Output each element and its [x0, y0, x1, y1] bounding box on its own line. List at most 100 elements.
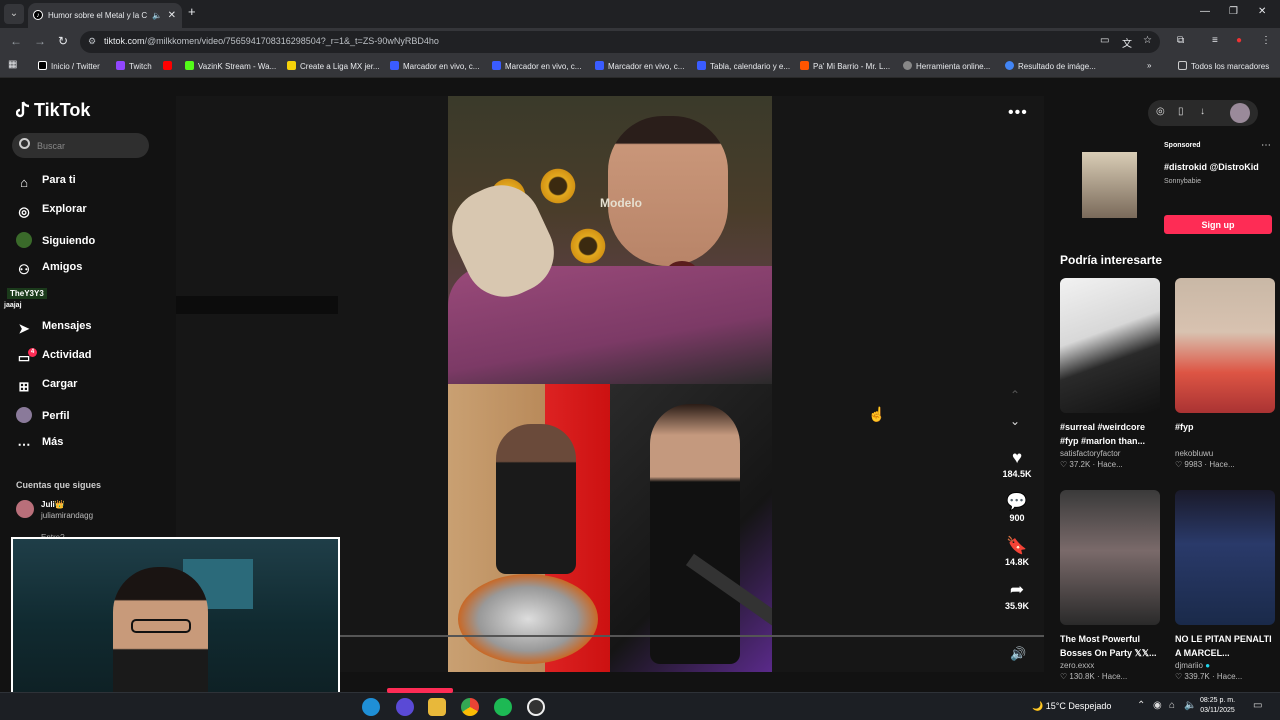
sidebar-item-cargar[interactable]: ⊞ Cargar — [16, 378, 78, 400]
new-tab-icon[interactable]: + — [188, 4, 196, 19]
search-box[interactable] — [12, 133, 149, 158]
clock-time: 08:25 p. m. — [1200, 697, 1236, 704]
video-progress-bar[interactable] — [336, 635, 1044, 637]
weather-widget[interactable]: 🌙 15°C Despejado — [1032, 701, 1111, 712]
sidebar-item-mensajes[interactable]: ➤ Mensajes — [16, 320, 92, 342]
bookmarks-bar: ▦ Inicio / Twitter Twitch VazinK Stream … — [0, 56, 1280, 78]
bookmark-marcador-2[interactable]: Marcador en vivo, c... — [492, 61, 581, 71]
more-options-icon[interactable]: ••• — [1008, 104, 1028, 122]
tray-chevron-icon[interactable]: ⌃ — [1137, 700, 1145, 711]
sidebar-item-siguiendo[interactable]: Siguiendo — [16, 232, 95, 254]
share-action[interactable]: ➦ 35.9K — [996, 580, 1038, 611]
video-player[interactable]: Modelo — [448, 96, 772, 672]
next-video-icon[interactable]: ⌄ — [1010, 414, 1020, 428]
streamer-glasses — [131, 619, 191, 633]
obs-icon[interactable] — [527, 698, 545, 716]
translate-icon[interactable]: 文 — [1122, 35, 1132, 50]
bookmark-barrio[interactable]: Pa' Mi Barrio - Mr. L... — [800, 61, 890, 71]
sidebar-item-actividad[interactable]: ▭ 4 Actividad — [16, 348, 92, 371]
sidebar-item-explorar[interactable]: ◎ Explorar — [16, 203, 86, 225]
minimize-icon[interactable]: — — [1200, 6, 1210, 17]
x-icon — [38, 61, 47, 70]
guitarist — [650, 404, 740, 664]
tab-search-icon[interactable]: ⌄ — [4, 4, 24, 24]
download-icon[interactable]: ↓ — [1200, 106, 1205, 117]
bookmark-action[interactable]: 🔖 14.8K — [996, 536, 1038, 567]
cast-icon[interactable]: ▭ — [1100, 35, 1109, 46]
bookmark-google[interactable]: Resultado de imáge... — [1005, 61, 1096, 71]
compass-icon: ◎ — [18, 204, 30, 219]
menu-icon[interactable]: ⋮ — [1261, 35, 1271, 46]
clock[interactable]: 08:25 p. m. 03/11/2025 — [1200, 696, 1235, 716]
volume-icon[interactable]: 🔊 — [1010, 646, 1026, 662]
profile-icon[interactable]: ● — [1236, 35, 1242, 46]
bookmark-tabla[interactable]: Tabla, calendario y e... — [697, 61, 790, 71]
signup-button[interactable]: Sign up — [1164, 215, 1272, 234]
forward-icon[interactable]: → — [34, 34, 46, 48]
search-input[interactable] — [37, 137, 142, 154]
url-bar[interactable]: ⚙ tiktok.com/@milkkomen/video/7565941708… — [80, 31, 1160, 53]
sidebar-item-para-ti[interactable]: ⌂ Para ti — [16, 174, 76, 196]
notifications-icon[interactable]: ▭ — [1253, 700, 1262, 711]
drummer — [496, 424, 576, 574]
coins-icon[interactable]: ◎ — [1156, 106, 1165, 117]
speaker-icon[interactable]: 🔈 — [152, 3, 162, 28]
bookmark-herramienta[interactable]: Herramienta online... — [903, 61, 990, 71]
close-tab-icon[interactable]: ✕ — [168, 3, 176, 28]
avatar[interactable] — [1230, 103, 1250, 123]
bookmark-liga[interactable]: Create a Liga MX jer... — [287, 61, 380, 71]
chrome-icon[interactable] — [461, 698, 479, 716]
following-handle: juliamirandagg — [41, 511, 94, 520]
discord-icon[interactable] — [396, 698, 414, 716]
recommended-video-card[interactable]: The Most Powerful Bosses On Party 𝕏𝕏... … — [1060, 490, 1160, 681]
tiktok-logo[interactable]: TikTok — [16, 100, 90, 121]
star-icon[interactable]: ☆ — [1143, 35, 1152, 46]
bookmark-youtube[interactable] — [163, 61, 176, 71]
globe-icon — [903, 61, 912, 70]
network-icon[interactable]: ⌂ — [1169, 700, 1175, 711]
bookmarks-overflow-icon[interactable]: » — [1147, 61, 1151, 70]
sidebar-item-mas[interactable]: ⋯ Más — [16, 436, 64, 458]
ad-options-icon[interactable]: ⋯ — [1261, 140, 1271, 151]
media-icon[interactable]: ≡ — [1212, 35, 1218, 46]
reload-icon[interactable]: ↻ — [58, 34, 68, 48]
recommended-video-card[interactable]: NO LE PITAN PENALTI A MARCEL... djmariio… — [1175, 490, 1275, 681]
tiktok-logo-icon — [16, 101, 30, 118]
ad-thumbnail[interactable] — [1082, 152, 1137, 218]
file-explorer-icon[interactable] — [428, 698, 446, 716]
comment-action[interactable]: 💬 900 — [996, 492, 1038, 523]
recommended-video-card[interactable]: #fyp nekobluwu ♡ 9983 · Hace... — [1175, 278, 1275, 469]
tray-app-icon[interactable]: ◉ — [1153, 700, 1162, 711]
volume-tray-icon[interactable]: 🔈 — [1184, 700, 1196, 711]
recommended-video-card[interactable]: #surreal #weirdcore #fyp #marlon than...… — [1060, 278, 1160, 469]
site-info-icon[interactable]: ⚙ — [88, 36, 96, 47]
browser-tab[interactable]: ♪ Humor sobre el Metal y la C 🔈 ✕ — [28, 3, 182, 28]
folder-icon — [1178, 61, 1187, 70]
bookmark-marcador-3[interactable]: Marcador en vivo, c... — [595, 61, 684, 71]
previous-video-icon[interactable]: ⌃ — [1010, 388, 1020, 402]
like-action[interactable]: ♥ 184.5K — [996, 448, 1038, 479]
edge-icon[interactable] — [362, 698, 380, 716]
bookmark-marcador-1[interactable]: Marcador en vivo, c... — [390, 61, 479, 71]
close-window-icon[interactable]: ✕ — [1258, 6, 1266, 17]
liga-icon — [287, 61, 296, 70]
sunflower-decor — [568, 226, 608, 266]
ad-title[interactable]: #distrokid @DistroKid — [1164, 162, 1259, 172]
verified-icon: ● — [1205, 661, 1211, 670]
back-icon[interactable]: ← — [10, 34, 22, 48]
sidebar-item-perfil[interactable]: Perfil — [16, 407, 70, 429]
heart-outline-icon: ♡ — [1175, 672, 1183, 681]
stream-overlay-tag-2: jaajaj — [4, 302, 22, 309]
more-icon: ⋯ — [17, 437, 31, 452]
extensions-icon[interactable]: ⧉ — [1177, 35, 1184, 46]
phone-icon[interactable]: ▯ — [1178, 106, 1184, 117]
sidebar-item-amigos[interactable]: ⚇ Amigos — [16, 261, 82, 283]
bookmark-vazink[interactable]: VazinK Stream - Wa... — [185, 61, 276, 71]
bookmark-twitter[interactable]: Inicio / Twitter — [38, 61, 100, 71]
apps-icon[interactable]: ▦ — [8, 59, 17, 70]
spotify-icon[interactable] — [494, 698, 512, 716]
all-bookmarks[interactable]: Todos los marcadores — [1178, 61, 1269, 71]
bookmark-twitch[interactable]: Twitch — [116, 61, 152, 71]
restore-icon[interactable]: ❐ — [1229, 6, 1238, 17]
video-frame-guitarist — [610, 384, 772, 672]
